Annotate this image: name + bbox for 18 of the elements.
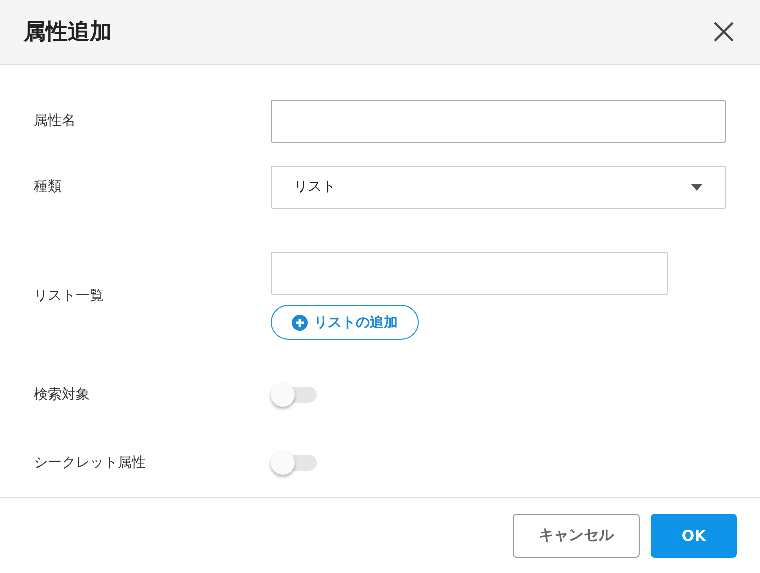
plus-circle-icon (292, 314, 308, 331)
ok-button[interactable]: OK (651, 514, 737, 558)
name-input-field[interactable] (271, 100, 726, 143)
caret-icon (691, 184, 703, 191)
cancel-button[interactable]: キャンセル (513, 514, 640, 558)
field-label: 検索対象 (34, 386, 91, 404)
field-label: シークレット属性 (34, 454, 147, 472)
field-label: リスト一覧 (34, 287, 105, 306)
toggle-switch[interactable] (271, 450, 317, 476)
dialog-title: 属性追加 (24, 19, 112, 48)
list-item-input-field[interactable] (271, 252, 668, 296)
add-list-button[interactable]: リストの追加 (271, 305, 419, 340)
close-icon (712, 20, 736, 44)
close-button[interactable] (712, 20, 736, 44)
field-label: 属性名 (34, 112, 77, 130)
toggle-switch[interactable] (271, 382, 317, 408)
field-label: 種類 (34, 178, 63, 196)
type-select[interactable]: リスト (271, 166, 726, 209)
